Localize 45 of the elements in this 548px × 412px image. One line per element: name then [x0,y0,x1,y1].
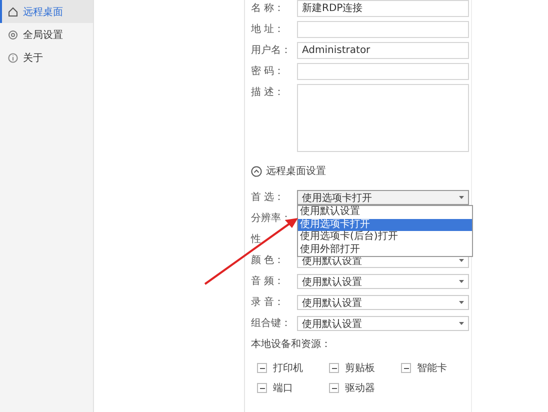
info-icon [8,52,18,62]
description-field[interactable] [297,84,469,152]
caret-icon [459,259,464,262]
caret-icon [459,196,464,199]
field-label: 密 码： [251,64,286,79]
checkbox[interactable] [257,383,267,393]
section-title: 远程桌面设置 [266,164,326,178]
sidebar-item[interactable]: 远程桌面 [0,0,93,23]
checkbox-label: 剪贴板 [345,362,375,375]
dropdown[interactable]: 使用默认设置 [297,316,469,331]
checkbox-label: 端口 [273,382,293,395]
field-label: 用户名： [251,44,292,58]
field-label: 音 频： [251,274,286,289]
checkbox[interactable] [401,363,411,373]
checkbox-label: 打印机 [273,362,303,375]
input-field[interactable]: Administrator [297,42,469,59]
caret-icon [459,301,464,304]
field-label: 描 述： [251,86,286,100]
checkbox[interactable] [329,363,339,373]
checkbox[interactable] [257,363,267,373]
home-icon [8,6,18,16]
field-label: 首 选： [251,190,286,205]
field-label: 性 [251,232,262,247]
collapse-icon[interactable] [251,166,262,176]
dropdown[interactable]: 使用默认设置 [297,274,469,289]
checkbox-label: 智能卡 [417,362,447,375]
input-field[interactable]: 新建RDP连接 [297,0,469,17]
sidebar-item[interactable]: 关于 [0,46,93,69]
dropdown[interactable]: 使用默认设置 [297,295,469,310]
input-field[interactable] [297,63,469,80]
field-label: 组合键： [251,316,292,331]
field-label: 录 音： [251,296,286,310]
input-field[interactable] [297,21,469,38]
dropdown-option[interactable]: 使用选项卡打开 [298,218,472,231]
caret-icon [459,280,464,283]
resources-title: 本地设备和资源： [251,338,332,351]
checkbox[interactable] [329,383,339,393]
checkbox-label: 驱动器 [345,382,375,395]
sidebar-item[interactable]: 全局设置 [0,23,93,46]
settings-icon [8,30,18,40]
field-label: 地 址： [251,22,286,37]
field-label: 颜 色： [251,254,286,268]
dropdown[interactable]: 使用选项卡打开 [297,190,469,205]
field-label: 名 称： [251,2,286,16]
caret-icon [459,322,464,325]
